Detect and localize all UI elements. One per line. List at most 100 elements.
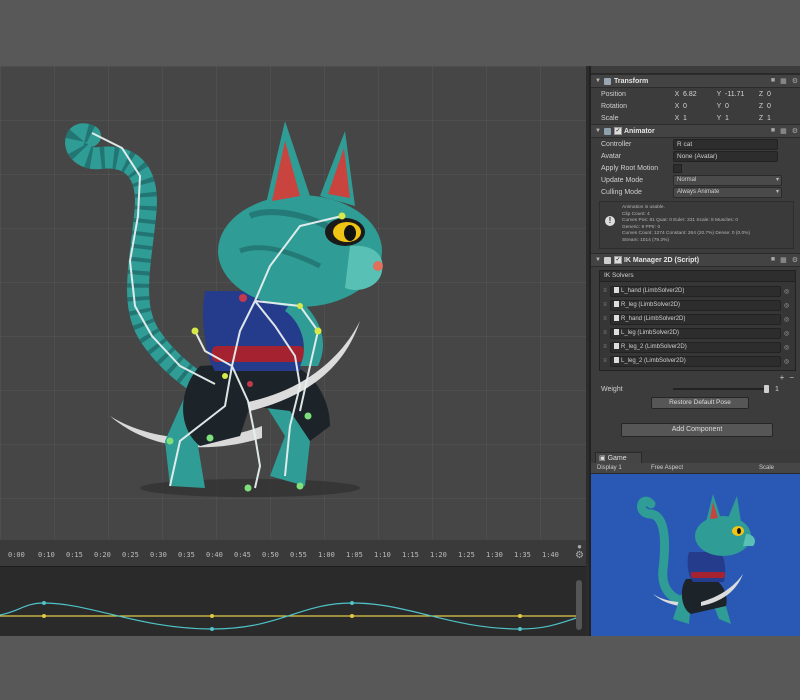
culling-mode-label: Culling Mode: [601, 188, 642, 196]
ik-solvers-list-header: IK Solvers: [599, 270, 796, 282]
add-component-button[interactable]: Add Component: [621, 423, 773, 437]
settings-gear-icon[interactable]: ⚙: [792, 127, 798, 135]
rotation-y-field[interactable]: 0: [725, 103, 755, 110]
timeline-tick: 0:35: [178, 551, 195, 559]
collapse-arrow-icon[interactable]: ▼: [595, 257, 601, 263]
drag-handle-icon[interactable]: ≡: [600, 330, 610, 336]
animator-enabled-checkbox[interactable]: ✓: [613, 127, 622, 135]
add-item-icon[interactable]: +: [780, 373, 785, 382]
timeline-tick: 1:20: [430, 551, 447, 559]
drag-handle-icon[interactable]: ≡: [600, 344, 610, 350]
scale-label[interactable]: Scale: [759, 463, 774, 473]
list-item[interactable]: ≡ R_leg_2 (LimbSolver2D) ◎: [600, 340, 795, 354]
ik-manager-enabled-checkbox[interactable]: ✓: [613, 256, 622, 264]
animation-timeline[interactable]: 0:00 0:10 0:15 0:20 0:25 0:30 0:35 0:40 …: [0, 540, 586, 636]
book-icon[interactable]: ■: [771, 256, 775, 264]
info-icon: !: [605, 216, 615, 226]
weight-slider-knob[interactable]: [764, 385, 769, 393]
position-y-field[interactable]: -11.71: [725, 91, 755, 98]
timeline-tick: 0:30: [150, 551, 167, 559]
game-viewport[interactable]: [591, 474, 800, 636]
ik-manager-title: IK Manager 2D (Script): [623, 256, 700, 264]
object-picker-icon[interactable]: ◎: [784, 330, 789, 337]
list-controls-row: + −: [591, 371, 800, 383]
aspect-dropdown[interactable]: Free Aspect: [651, 463, 683, 473]
game-tab-icon: ▣: [599, 455, 606, 462]
book-icon[interactable]: ■: [771, 127, 775, 135]
transform-header[interactable]: ▼ Transform ■ ▦ ⚙: [591, 74, 800, 88]
list-item[interactable]: ≡ L_leg_2 (LimbSolver2D) ◎: [600, 354, 795, 368]
list-item[interactable]: ≡ L_hand (LimbSolver2D) ◎: [600, 284, 795, 298]
avatar-label: Avatar: [601, 152, 622, 160]
controller-row: Controller R cat: [591, 138, 800, 150]
ik-solvers-list: ≡ L_hand (LimbSolver2D) ◎ ≡ R_leg (LimbS…: [599, 282, 796, 371]
position-z-field[interactable]: 0: [767, 91, 781, 98]
drag-handle-icon[interactable]: ≡: [600, 302, 610, 308]
preset-icon[interactable]: ▦: [780, 256, 787, 264]
settings-gear-icon[interactable]: ⚙: [792, 77, 798, 85]
timeline-scrollbar[interactable]: [576, 580, 582, 630]
settings-gear-icon[interactable]: ⚙: [792, 256, 798, 264]
solver-object-field[interactable]: R_leg_2 (LimbSolver2D): [610, 341, 781, 353]
ik-manager-header[interactable]: ▼ ✓ IK Manager 2D (Script) ■ ▦ ⚙: [591, 253, 800, 267]
drag-handle-icon[interactable]: ≡: [600, 316, 610, 322]
drag-handle-icon[interactable]: ≡: [600, 358, 610, 364]
rotation-row: Rotation X0 Y0 Z0: [591, 100, 800, 112]
transform-title: Transform: [613, 77, 649, 85]
scene-view[interactable]: [0, 66, 586, 540]
solver-object-field[interactable]: R_hand (LimbSolver2D): [610, 313, 781, 325]
drag-handle-icon[interactable]: ≡: [600, 288, 610, 294]
object-picker-icon[interactable]: ◎: [784, 344, 789, 351]
culling-mode-dropdown[interactable]: Always Animate: [673, 186, 782, 198]
avatar-field[interactable]: None (Avatar): [673, 150, 778, 162]
list-item[interactable]: ≡ L_leg (LimbSolver2D) ◎: [600, 326, 795, 340]
position-row: Position X 6.82 Y -11.71 Z0: [591, 88, 800, 100]
inspector-panel[interactable]: ▼ Transform ■ ▦ ⚙ Position X 6.82 Y -11.71…: [589, 66, 800, 450]
weight-value[interactable]: 1: [775, 386, 779, 393]
timeline-gear-icon[interactable]: ⚙: [575, 550, 584, 561]
root-motion-checkbox[interactable]: [673, 163, 682, 173]
game-panel[interactable]: ▣ Game Display 1 Free Aspect Scale: [589, 450, 800, 636]
animator-header[interactable]: ▼ ✓ Animator ■ ▦ ⚙: [591, 124, 800, 138]
scale-y-field[interactable]: 1: [725, 115, 755, 122]
root-motion-row: Apply Root Motion: [591, 162, 800, 174]
avatar-row: Avatar None (Avatar): [591, 150, 800, 162]
book-icon[interactable]: ■: [771, 77, 775, 85]
object-picker-icon[interactable]: ◎: [784, 288, 789, 295]
collapse-arrow-icon[interactable]: ▼: [595, 128, 601, 134]
script-icon: [603, 256, 611, 264]
restore-default-pose-button[interactable]: Restore Default Pose: [651, 397, 749, 409]
preset-icon[interactable]: ▦: [780, 77, 787, 85]
timeline-tick: 1:15: [402, 551, 419, 559]
animation-curves[interactable]: [0, 567, 580, 636]
update-mode-dropdown[interactable]: Normal: [673, 174, 782, 186]
rotation-z-field[interactable]: 0: [767, 103, 781, 110]
remove-item-icon[interactable]: −: [789, 373, 794, 382]
object-picker-icon[interactable]: ◎: [784, 302, 789, 309]
rotation-x-field[interactable]: 0: [683, 103, 713, 110]
weight-label: Weight: [601, 385, 623, 393]
position-x-field[interactable]: 6.82: [683, 91, 713, 98]
scale-label: Scale: [601, 114, 619, 122]
position-label: Position: [601, 90, 626, 98]
controller-field[interactable]: R cat: [673, 138, 778, 150]
solver-object-field[interactable]: R_leg (LimbSolver2D): [610, 299, 781, 311]
object-picker-icon[interactable]: ◎: [784, 358, 789, 365]
timeline-tick: 1:00: [318, 551, 335, 559]
solver-object-field[interactable]: L_leg_2 (LimbSolver2D): [610, 355, 781, 367]
character-sprite[interactable]: [0, 66, 586, 540]
preset-icon[interactable]: ▦: [780, 127, 787, 135]
collapse-arrow-icon[interactable]: ▼: [595, 78, 601, 84]
timeline-ruler[interactable]: 0:00 0:10 0:15 0:20 0:25 0:30 0:35 0:40 …: [0, 540, 586, 567]
weight-slider[interactable]: [673, 385, 769, 393]
display-dropdown[interactable]: Display 1: [597, 463, 622, 473]
object-picker-icon[interactable]: ◎: [784, 316, 789, 323]
list-item[interactable]: ≡ R_hand (LimbSolver2D) ◎: [600, 312, 795, 326]
scale-z-field[interactable]: 1: [767, 115, 781, 122]
solver-object-field[interactable]: L_leg (LimbSolver2D): [610, 327, 781, 339]
timeline-tick: 0:40: [206, 551, 223, 559]
info-line: Curves Count: 1274 Constant: 264 (20.7%)…: [622, 231, 750, 237]
solver-object-field[interactable]: L_hand (LimbSolver2D): [610, 285, 781, 297]
list-item[interactable]: ≡ R_leg (LimbSolver2D) ◎: [600, 298, 795, 312]
scale-x-field[interactable]: 1: [683, 115, 713, 122]
